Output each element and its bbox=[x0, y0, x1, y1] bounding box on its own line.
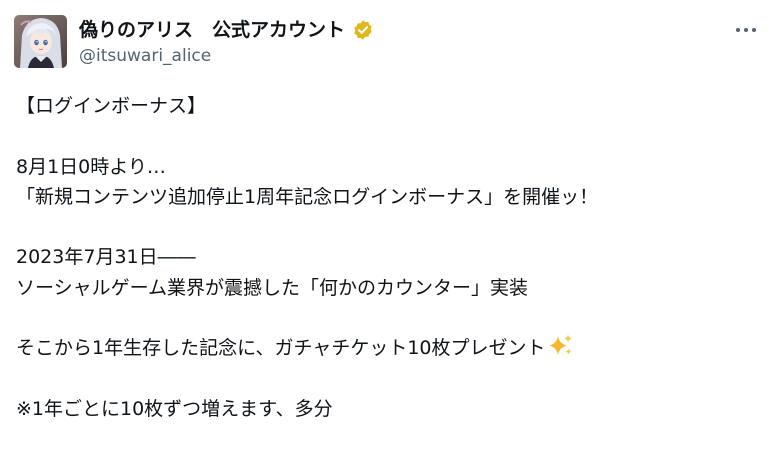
display-name[interactable]: 偽りのアリス 公式アカウント bbox=[79, 17, 345, 43]
tweet-line: ※1年ごとに10枚ずつ増えます、多分 bbox=[16, 397, 333, 420]
verified-badge-icon bbox=[354, 20, 372, 40]
tweet-line: 8月1日0時より… bbox=[16, 155, 166, 178]
tweet-line: 2023年7月31日―― bbox=[16, 246, 196, 269]
tweet-line-text: そこから1年生存した記念に、ガチャチケット10枚プレゼント bbox=[16, 337, 546, 360]
tweet-header-line: 【ログインボーナス】 bbox=[16, 95, 207, 117]
anime-character-avatar-icon bbox=[14, 15, 67, 68]
author-name-row: 偽りのアリス 公式アカウント bbox=[79, 17, 374, 43]
author-handle[interactable]: @itsuwari_alice bbox=[79, 45, 211, 67]
tweet-line: ソーシャルゲーム業界が震撼した「何かのカウンター」実装 bbox=[16, 276, 529, 299]
more-horizontal-icon bbox=[736, 28, 756, 32]
avatar[interactable] bbox=[14, 15, 67, 68]
tweet-text: 【ログインボーナス】 8月1日0時より… 「新規コンテンツ追加停止1周年記念ログ… bbox=[16, 91, 761, 424]
more-options-button[interactable] bbox=[732, 18, 760, 42]
tweet-line: 「新規コンテンツ追加停止1周年記念ログインボーナス」を開催ッ！ bbox=[16, 185, 599, 208]
sparkles-icon bbox=[549, 334, 572, 356]
tweet-line-with-emoji: そこから1年生存した記念に、ガチャチケット10枚プレゼント bbox=[16, 333, 761, 363]
